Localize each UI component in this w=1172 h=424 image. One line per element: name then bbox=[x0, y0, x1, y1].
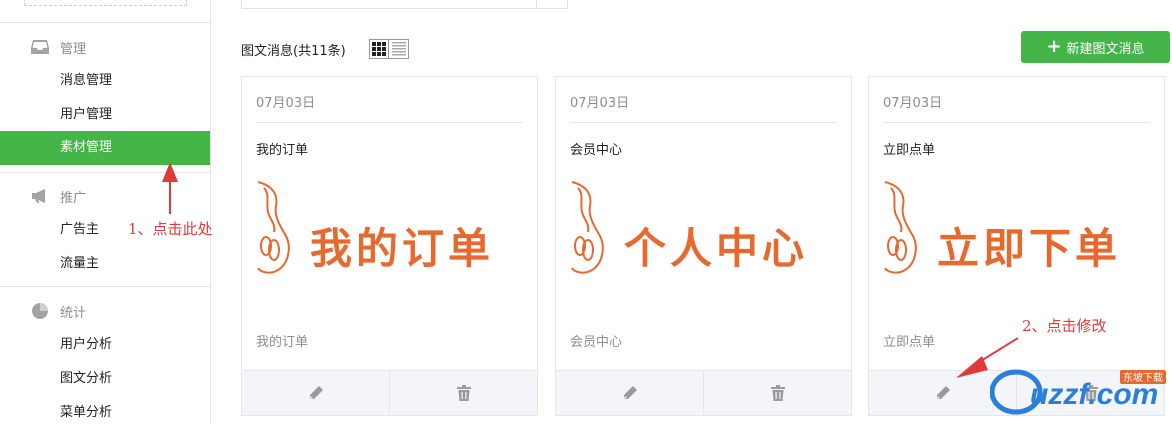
search-box[interactable] bbox=[241, 0, 568, 9]
delete-button[interactable] bbox=[703, 371, 851, 415]
sidebar-divider bbox=[0, 22, 210, 23]
section-header-manage: 管理 bbox=[30, 37, 86, 57]
annotation-step1: 1、点击此处 bbox=[128, 220, 213, 238]
card-digest: 立即点单 bbox=[883, 335, 936, 350]
sidebar: 管理 消息管理 用户管理 素材管理 推广 广告主 流量主 统计 用户分析 图文分… bbox=[0, 0, 211, 424]
section-title: 管理 bbox=[60, 41, 87, 57]
list-title: 图文消息(共11条) bbox=[241, 44, 346, 59]
delete-button[interactable] bbox=[389, 371, 537, 415]
section-header-promotion: 推广 bbox=[30, 186, 86, 206]
card-date: 07月03日 bbox=[883, 96, 943, 111]
grid-view-icon[interactable] bbox=[369, 39, 389, 59]
card-cover-text: 我的订单 bbox=[310, 224, 495, 273]
view-toggle bbox=[369, 39, 409, 59]
edit-button[interactable] bbox=[242, 371, 389, 415]
card-digest: 我的订单 bbox=[256, 335, 309, 350]
pointing-hand-icon bbox=[884, 181, 917, 274]
pointing-hand-icon bbox=[257, 181, 290, 274]
card-cover-text: 立即下单 bbox=[937, 224, 1122, 273]
pencil-icon bbox=[623, 386, 637, 399]
sidebar-divider bbox=[0, 172, 210, 173]
card-title[interactable]: 我的订单 bbox=[256, 139, 308, 158]
card-title[interactable]: 立即点单 bbox=[883, 139, 935, 158]
sidebar-item-menu-analysis[interactable]: 菜单分析 bbox=[0, 396, 210, 424]
trash-icon bbox=[770, 385, 785, 401]
new-article-button[interactable]: + 新建图文消息 bbox=[1021, 31, 1170, 63]
article-card[interactable]: 07月03日 会员中心 个人中心 会员中心 bbox=[555, 76, 852, 416]
card-actions bbox=[556, 370, 851, 415]
annotation-step2: 2、点击修改 bbox=[1022, 317, 1107, 335]
card-digest: 会员中心 bbox=[570, 335, 623, 350]
card-date: 07月03日 bbox=[570, 96, 630, 111]
sidebar-item-materials[interactable]: 素材管理 bbox=[0, 131, 210, 165]
section-title: 推广 bbox=[60, 190, 87, 206]
card-date: 07月03日 bbox=[256, 96, 316, 111]
sidebar-item-publisher[interactable]: 流量主 bbox=[0, 247, 210, 281]
inbox-icon bbox=[30, 37, 50, 57]
watermark-badge: 东坡下载 bbox=[1123, 371, 1163, 384]
article-card[interactable]: 07月03日 我的订单 我的订单 我的订单 bbox=[241, 76, 538, 416]
edit-button[interactable] bbox=[556, 371, 703, 415]
section-title: 统计 bbox=[60, 305, 87, 321]
sidebar-item-users[interactable]: 用户管理 bbox=[0, 98, 210, 132]
section-header-stats: 统计 bbox=[30, 301, 86, 321]
card-cover-text: 个人中心 bbox=[624, 224, 809, 273]
list-view-icon[interactable] bbox=[389, 39, 409, 59]
pointing-hand-icon bbox=[571, 181, 604, 274]
pencil-icon bbox=[936, 386, 950, 399]
sidebar-divider bbox=[0, 286, 210, 287]
sidebar-item-article-analysis[interactable]: 图文分析 bbox=[0, 362, 210, 396]
card-actions bbox=[242, 370, 537, 415]
sidebar-top-box bbox=[24, 0, 187, 6]
trash-icon bbox=[456, 385, 471, 401]
sidebar-item-user-analysis[interactable]: 用户分析 bbox=[0, 328, 210, 362]
pencil-icon bbox=[309, 386, 323, 399]
plus-icon: + bbox=[1046, 36, 1062, 57]
sidebar-item-messages[interactable]: 消息管理 bbox=[0, 64, 210, 98]
new-article-label: 新建图文消息 bbox=[1066, 41, 1145, 57]
watermark-logo: uzzf.com 东坡下载 bbox=[989, 364, 1168, 416]
card-title[interactable]: 会员中心 bbox=[570, 139, 622, 158]
pie-chart-icon bbox=[30, 301, 50, 321]
megaphone-icon bbox=[30, 186, 50, 206]
